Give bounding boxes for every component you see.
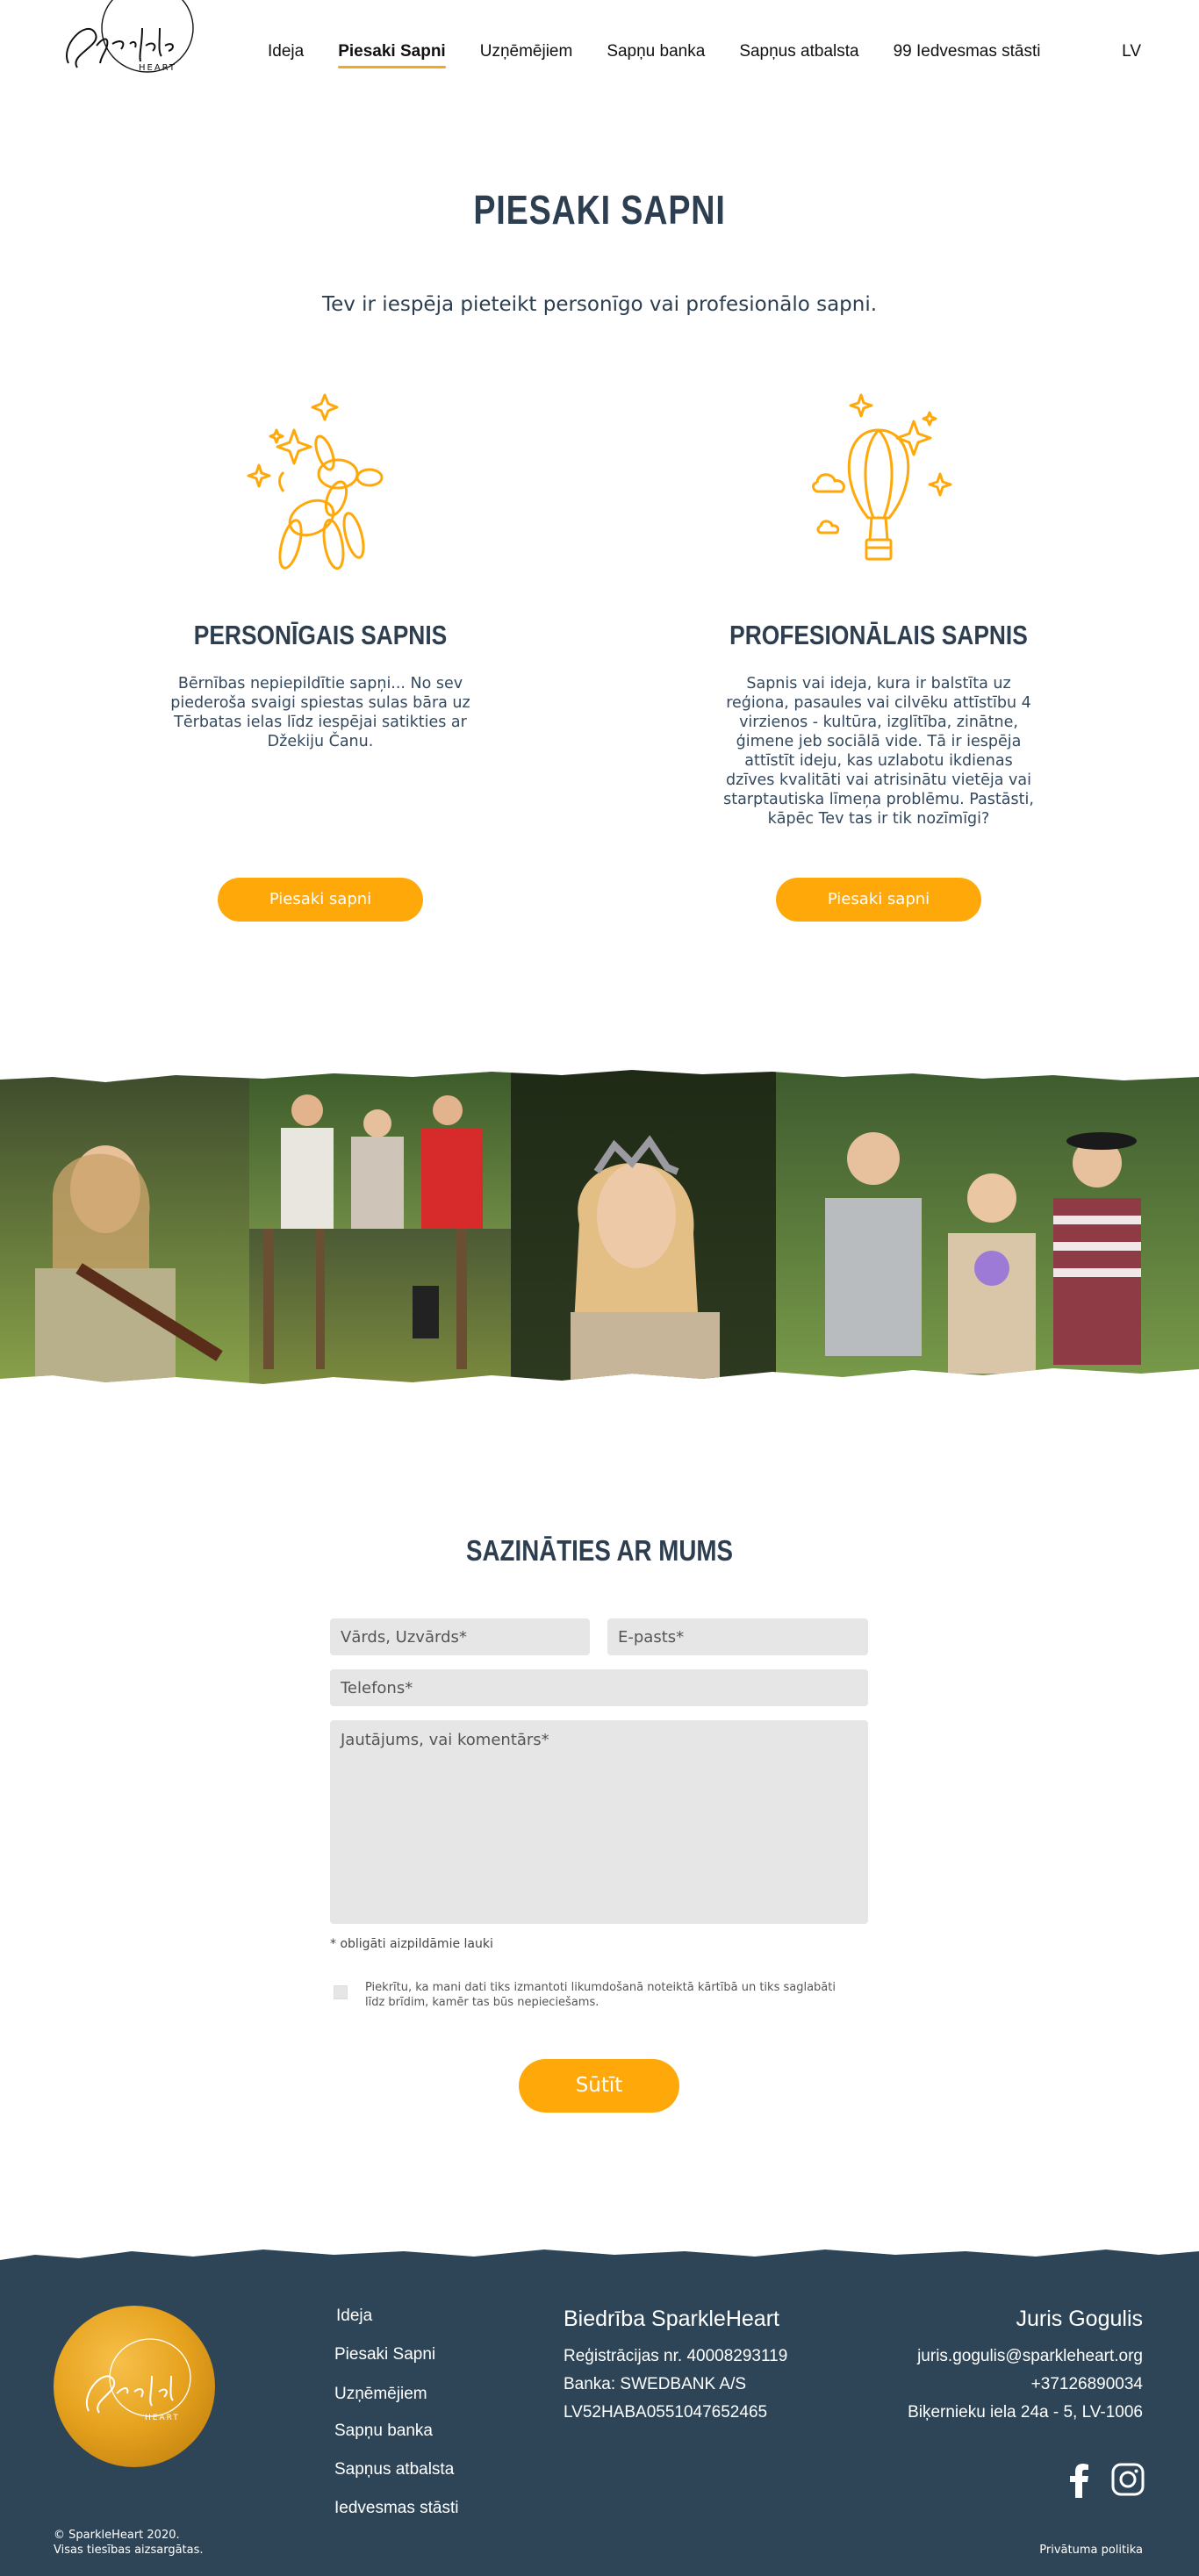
footer-phone-link[interactable]: +37126890034 — [1031, 2375, 1143, 2394]
phone-field[interactable] — [330, 1669, 868, 1706]
footer-email-link[interactable]: juris.gogulis@sparkleheart.org — [917, 2347, 1143, 2366]
footer-nav-piesaki-sapni[interactable]: Piesaki Sapni — [334, 2345, 435, 2364]
logo-sub-text: HEART — [139, 63, 176, 73]
name-field[interactable] — [330, 1618, 590, 1655]
hot-air-balloon-icon — [812, 393, 952, 561]
footer-org-title: Biedrība SparkleHeart — [564, 2307, 779, 2331]
footer-nav-uznemejiem[interactable]: Uzņēmējiem — [334, 2385, 427, 2404]
photo-collage-graphic — [0, 1070, 1199, 1384]
message-field[interactable] — [330, 1720, 868, 1924]
footer-nav-ideja[interactable]: Ideja — [336, 2307, 372, 2326]
sparkleheart-logo[interactable]: HEART — [51, 0, 200, 90]
professional-dream-apply-button[interactable]: Piesaki sapni — [776, 878, 981, 922]
nav-item-piesaki-sapni[interactable]: Piesaki Sapni — [338, 42, 446, 68]
footer-logo-sub-text: HEART — [145, 2414, 180, 2422]
page: HEART Ideja Piesaki Sapni Uzņēmējiem Sap… — [0, 0, 1199, 2576]
footer-logo[interactable]: HEART — [54, 2306, 215, 2467]
footer-nav-iedvesmas-stasti[interactable]: Iedvesmas stāsti — [334, 2499, 459, 2518]
photo-collage — [0, 1066, 1199, 1391]
balloon-dog-icon — [247, 393, 384, 570]
privacy-policy-link[interactable]: Privātuma politika — [1039, 2544, 1143, 2557]
footer-nav-sapnu-banka[interactable]: Sapņu banka — [334, 2422, 433, 2441]
nav-item-ideja[interactable]: Ideja — [268, 42, 304, 67]
professional-dream-card: PROFESIONĀLAIS SAPNIS Sapnis vai ideja, … — [694, 386, 1063, 829]
copyright-line-1: © SparkleHeart 2020. — [54, 2529, 180, 2542]
page-subtitle: Tev ir iespēja pieteikt personīgo vai pr… — [321, 293, 878, 316]
footer-org-registration: Reģistrācijas nr. 40008293119 — [564, 2347, 788, 2365]
personal-dream-title: PERSONĪGAIS SAPNIS — [193, 620, 448, 650]
footer-address: Biķernieku iela 24a - 5, LV-1006 — [908, 2403, 1143, 2422]
consent-checkbox[interactable] — [334, 1985, 348, 1999]
nav-item-iedvesmas-stasti[interactable]: 99 Iedvesmas stāsti — [894, 42, 1041, 67]
footer-org-bank: Banka: SWEDBANK A/S — [564, 2375, 747, 2393]
contact-title: SAZINĀTIES AR MUMS — [466, 1534, 733, 1567]
nav-item-uznemejiem[interactable]: Uzņēmējiem — [480, 42, 573, 67]
professional-dream-title: PROFESIONĀLAIS SAPNIS — [729, 620, 1028, 650]
nav-item-sapnus-atbalsta[interactable]: Sapņus atbalsta — [739, 42, 858, 67]
copyright: © SparkleHeart 2020. Visas tiesības aizs… — [54, 2528, 204, 2558]
main-nav: Ideja Piesaki Sapni Uzņēmējiem Sapņu ban… — [268, 42, 1075, 68]
footer-org-iban: LV52HABA0551047652465 — [564, 2403, 768, 2422]
required-fields-note: * obligāti aizpildāmie lauki — [330, 1937, 493, 1951]
facebook-icon[interactable] — [1067, 2463, 1090, 2498]
instagram-icon[interactable] — [1111, 2463, 1145, 2496]
language-switcher[interactable]: LV — [1122, 42, 1141, 61]
footer-nav-sapnus-atbalsta[interactable]: Sapņus atbalsta — [334, 2460, 454, 2479]
footer-person-name: Juris Gogulis — [1016, 2307, 1144, 2331]
submit-button[interactable]: Sūtīt — [519, 2059, 679, 2113]
professional-dream-description: Sapnis vai ideja, kura ir balstīta uz re… — [723, 675, 1034, 828]
consent-row: Piekrītu, ka mani dati tiks izmantoti li… — [334, 1980, 878, 2010]
page-title: PIESAKI SAPNI — [473, 187, 726, 233]
personal-dream-description: Bērnības nepiepildītie sapņi... No sev p… — [170, 675, 470, 750]
consent-text: Piekrītu, ka mani dati tiks izmantoti li… — [365, 1981, 836, 2009]
copyright-line-2: Visas tiesības aizsargātas. — [54, 2544, 204, 2557]
personal-dream-card: PERSONĪGAIS SAPNIS Bērnības nepiepildīti… — [136, 386, 505, 751]
header: HEART Ideja Piesaki Sapni Uzņēmējiem Sap… — [0, 0, 1199, 97]
nav-item-sapnu-banka[interactable]: Sapņu banka — [607, 42, 705, 67]
email-field[interactable] — [607, 1618, 868, 1655]
personal-dream-apply-button[interactable]: Piesaki sapni — [218, 878, 423, 922]
